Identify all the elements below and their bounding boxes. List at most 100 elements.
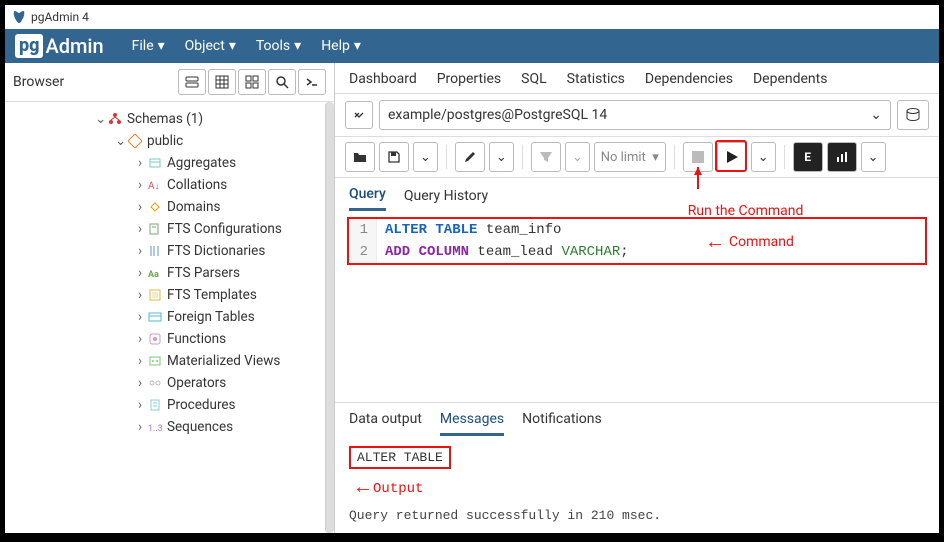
menu-tools[interactable]: Tools▾: [246, 38, 311, 54]
tree-item-icon: [147, 331, 163, 347]
terminal-icon-button[interactable]: [298, 69, 326, 95]
tree-item-operators[interactable]: ›Operators: [5, 372, 334, 394]
server-icon-button[interactable]: [178, 69, 206, 95]
chevron-down-icon: ⌄: [115, 133, 125, 149]
explain-analyze-button[interactable]: [827, 142, 857, 172]
chevron-down-icon: ▾: [294, 38, 301, 54]
sql-editor[interactable]: 1 ALTER TABLE team_info 2 ADD COLUMN tea…: [347, 217, 927, 265]
tab-statistics[interactable]: Statistics: [567, 71, 625, 87]
chevron-right-icon: ›: [135, 199, 145, 215]
chevron-down-icon: ⌄: [95, 111, 105, 127]
filter-dropdown[interactable]: ⌄: [565, 142, 590, 172]
arrow-left-icon: [705, 229, 725, 254]
annotation-output: Output: [357, 477, 933, 500]
tab-notifications[interactable]: Notifications: [522, 411, 602, 436]
line-number: 1: [349, 219, 377, 241]
edit-dropdown[interactable]: ⌄: [489, 142, 514, 172]
tree-item-icon: A↓: [147, 177, 163, 193]
chevron-down-icon: ▾: [354, 38, 361, 54]
tab-dependents[interactable]: Dependents: [753, 71, 827, 87]
tree-item-fts-parsers[interactable]: ›AaFTS Parsers: [5, 262, 334, 284]
connection-status-icon[interactable]: [345, 101, 373, 129]
app-logo: pgAdmin: [15, 34, 104, 58]
chevron-right-icon: ›: [135, 375, 145, 391]
object-tree[interactable]: ⌄ Schemas (1) ⌄ public ›Aggregates›A↓Col…: [5, 102, 334, 533]
tree-item-icon: [147, 353, 163, 369]
tree-schemas[interactable]: ⌄ Schemas (1): [5, 108, 334, 130]
svg-text:1..3: 1..3: [148, 424, 162, 434]
tree-item-icon: [147, 375, 163, 391]
menu-object[interactable]: Object▾: [175, 38, 246, 54]
content-pane: Dashboard Properties SQL Statistics Depe…: [335, 63, 939, 533]
grid-icon-button[interactable]: [208, 69, 236, 95]
menu-file[interactable]: File▾: [122, 38, 175, 54]
tab-query-history[interactable]: Query History: [404, 188, 488, 210]
annotation-command: Command: [705, 229, 794, 254]
arrow-left-icon: [357, 477, 369, 500]
filter-button[interactable]: [531, 142, 561, 172]
tab-query[interactable]: Query: [349, 186, 386, 211]
save-dropdown[interactable]: ⌄: [413, 142, 438, 172]
chevron-down-icon: ▾: [229, 38, 236, 54]
explain-dropdown[interactable]: ⌄: [861, 142, 886, 172]
tree-item-collations[interactable]: ›A↓Collations: [5, 174, 334, 196]
tab-dependencies[interactable]: Dependencies: [645, 71, 733, 87]
limit-selector[interactable]: No limit ▾: [594, 142, 666, 172]
chevron-right-icon: ›: [135, 243, 145, 259]
tree-item-fts-configurations[interactable]: ›FTS Configurations: [5, 218, 334, 240]
tree-public[interactable]: ⌄ public: [5, 130, 334, 152]
new-connection-button[interactable]: [897, 100, 929, 130]
schemas-icon: [107, 111, 123, 127]
tree-item-icon: [147, 221, 163, 237]
tree-item-functions[interactable]: ›Functions: [5, 328, 334, 350]
line-number: 2: [349, 241, 377, 263]
tree-item-procedures[interactable]: ›Procedures: [5, 394, 334, 416]
output-panel: Data output Messages Notifications ALTER…: [335, 402, 939, 533]
chevron-right-icon: ›: [135, 331, 145, 347]
chevron-right-icon: ›: [135, 265, 145, 281]
tree-item-icon: [147, 287, 163, 303]
connection-selector[interactable]: example/postgres@PostgreSQL 14 ⌄: [379, 100, 891, 130]
svg-text:A↓: A↓: [148, 181, 160, 192]
tab-messages[interactable]: Messages: [440, 411, 504, 436]
output-result: ALTER TABLE: [349, 446, 451, 469]
search-icon-button[interactable]: [268, 69, 296, 95]
output-status: Query returned successfully in 210 msec.: [349, 508, 925, 523]
tree-item-foreign-tables[interactable]: ›Foreign Tables: [5, 306, 334, 328]
chevron-right-icon: ›: [135, 309, 145, 325]
dashboard-icon-button[interactable]: [238, 69, 266, 95]
tab-dashboard[interactable]: Dashboard: [349, 71, 417, 87]
chevron-down-icon: ⌄: [870, 107, 882, 123]
tree-item-sequences[interactable]: ›1..3Sequences: [5, 416, 334, 438]
tab-data-output[interactable]: Data output: [349, 411, 422, 436]
save-button[interactable]: [379, 142, 409, 172]
tree-item-domains[interactable]: ›Domains: [5, 196, 334, 218]
tab-properties[interactable]: Properties: [437, 71, 501, 87]
schema-icon: [127, 133, 143, 149]
browser-title: Browser: [13, 74, 64, 90]
elephant-icon: [11, 9, 27, 25]
chevron-right-icon: ›: [135, 353, 145, 369]
window-title: pgAdmin 4: [31, 10, 89, 24]
query-toolbar: ⌄ ⌄ ⌄ No limit ▾ ⌄ E ⌄: [335, 137, 939, 178]
chevron-right-icon: ›: [135, 177, 145, 193]
chevron-right-icon: ›: [135, 221, 145, 237]
tree-item-aggregates[interactable]: ›Aggregates: [5, 152, 334, 174]
chevron-right-icon: ›: [135, 419, 145, 435]
tree-item-icon: [147, 397, 163, 413]
tab-sql[interactable]: SQL: [521, 71, 546, 87]
tree-item-fts-dictionaries[interactable]: ›FTS Dictionaries: [5, 240, 334, 262]
explain-button[interactable]: E: [793, 142, 823, 172]
tree-item-materialized-views[interactable]: ›Materialized Views: [5, 350, 334, 372]
open-file-button[interactable]: [345, 142, 375, 172]
run-dropdown[interactable]: ⌄: [751, 142, 776, 172]
tree-item-icon: 1..3: [147, 419, 163, 435]
chevron-right-icon: ›: [135, 287, 145, 303]
tree-item-fts-templates[interactable]: ›FTS Templates: [5, 284, 334, 306]
chevron-down-icon: ▾: [158, 38, 165, 54]
menu-help[interactable]: Help▾: [311, 38, 371, 54]
connection-bar: example/postgres@PostgreSQL 14 ⌄: [335, 94, 939, 137]
run-button[interactable]: [717, 142, 747, 172]
chevron-right-icon: ›: [135, 155, 145, 171]
edit-button[interactable]: [455, 142, 485, 172]
